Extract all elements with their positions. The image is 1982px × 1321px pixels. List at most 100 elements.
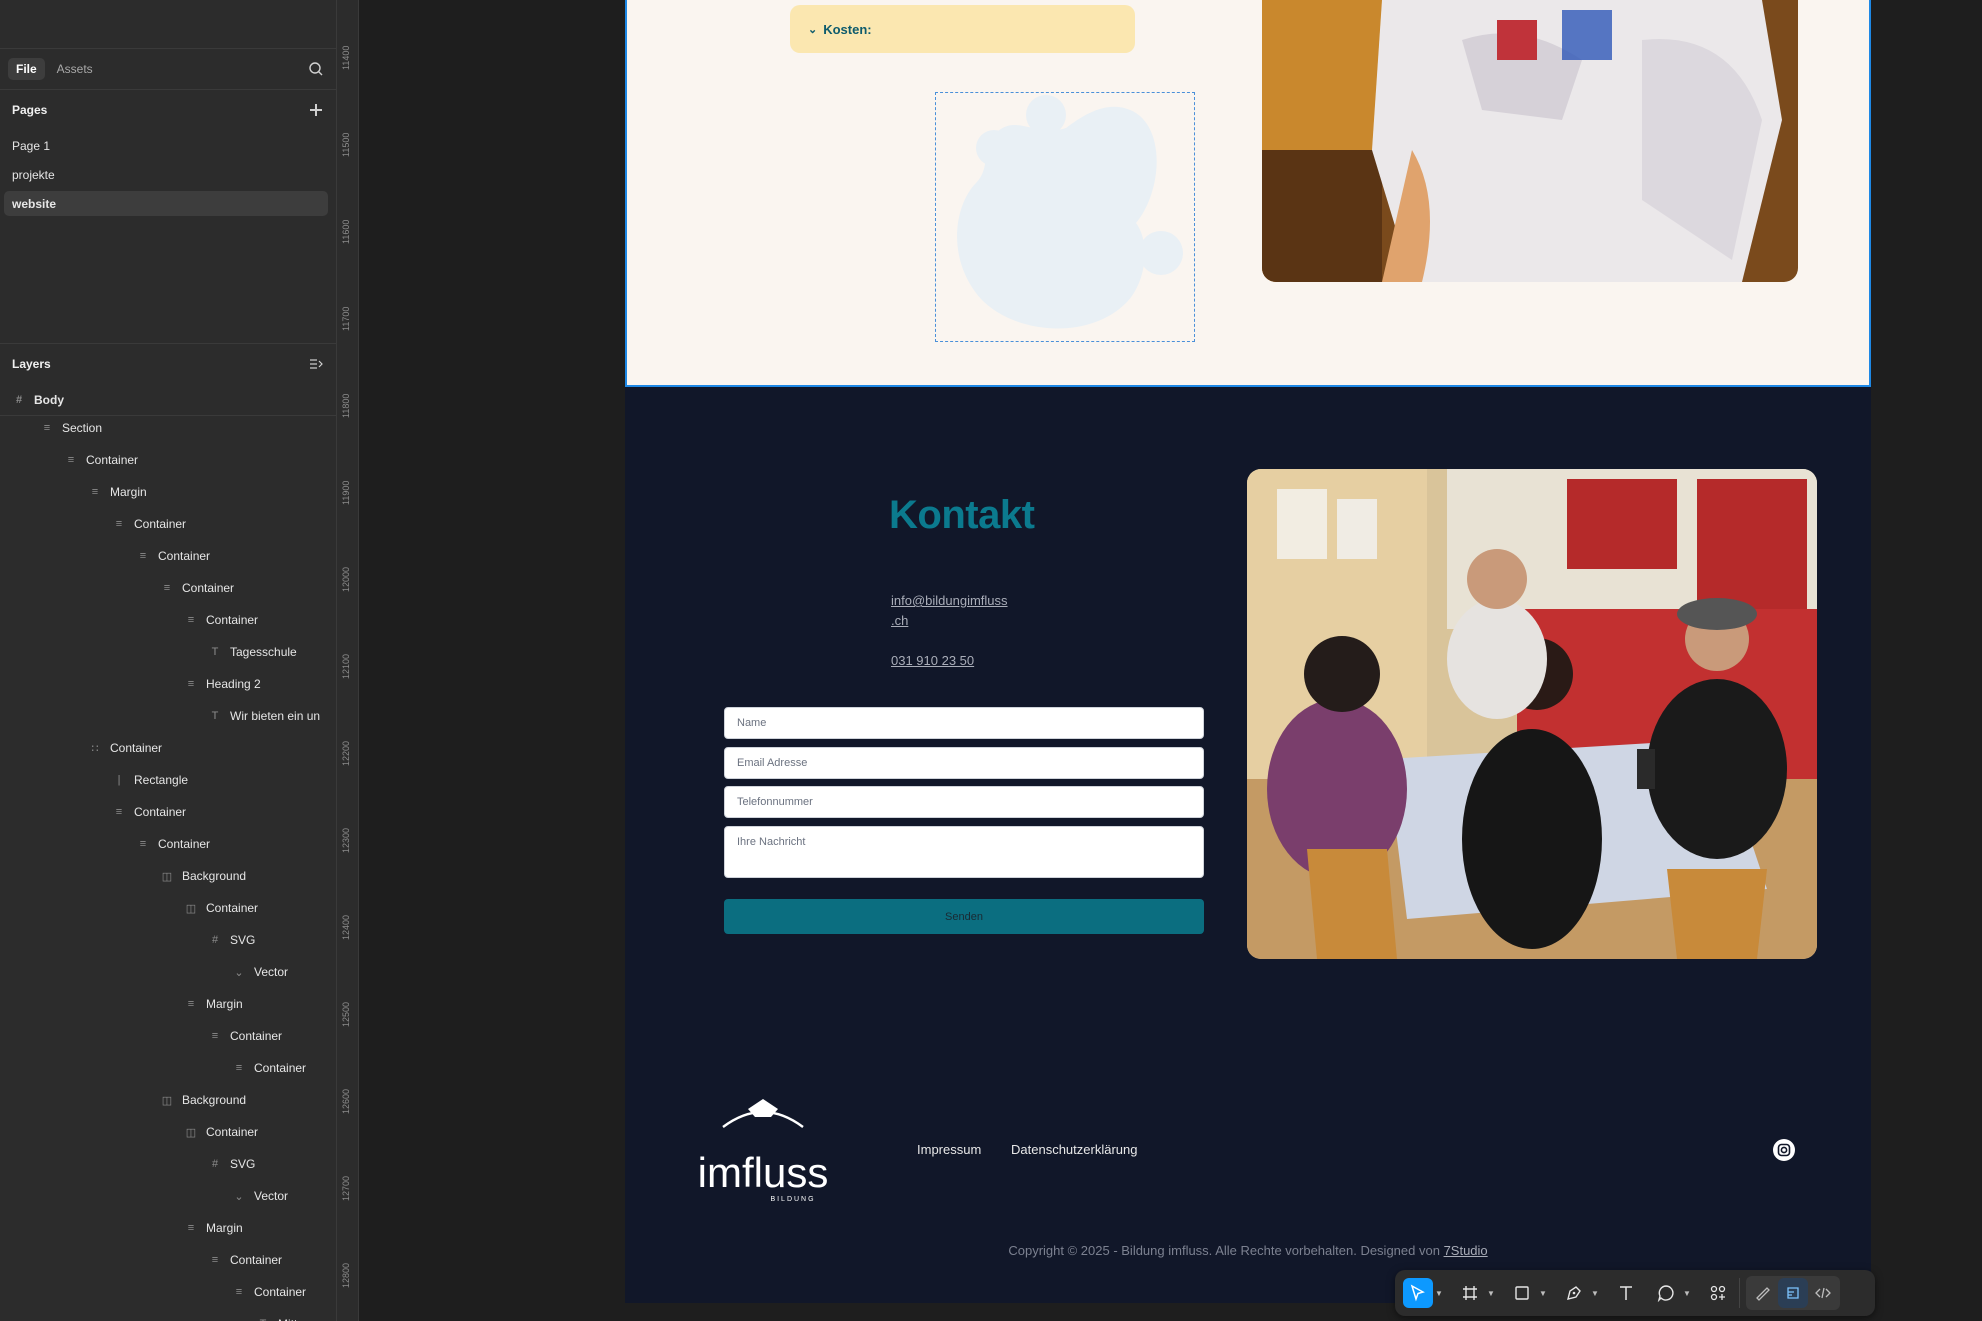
layer-row[interactable]: ◫ Container xyxy=(0,892,336,924)
imfluss-logo[interactable]: imfluss BILDUNG xyxy=(693,1097,833,1207)
layer-row[interactable]: ⌄ Vector xyxy=(0,1180,336,1212)
ruler-tick-label: 11400 xyxy=(341,45,351,70)
layer-row[interactable]: ◫ Background xyxy=(0,860,336,892)
frame-icon: # xyxy=(15,393,23,406)
stack-icon: ≡ xyxy=(43,422,51,434)
layer-label: Container xyxy=(206,1125,259,1139)
message-field[interactable]: Ihre Nachricht xyxy=(724,826,1204,878)
layers-title: Layers xyxy=(12,357,51,371)
layer-row[interactable]: ≡ Container xyxy=(0,508,336,540)
stack-icon: ≡ xyxy=(91,486,99,498)
stack-icon: ≡ xyxy=(211,1030,219,1042)
instagram-icon[interactable] xyxy=(1773,1139,1795,1161)
designer-link[interactable]: 7Studio xyxy=(1444,1243,1488,1258)
phone-link[interactable]: 031 910 23 50 xyxy=(891,651,974,671)
grid-icon: ∷ xyxy=(91,742,99,755)
chevron-down-icon[interactable]: ▼ xyxy=(1485,1289,1497,1298)
svg-text:imfluss: imfluss xyxy=(698,1149,829,1196)
ruler-tick-label: 12000 xyxy=(341,566,351,592)
decorative-blob[interactable] xyxy=(935,92,1195,342)
stack-icon: ≡ xyxy=(235,1062,243,1074)
pen-tool-button[interactable] xyxy=(1559,1278,1589,1308)
layer-row[interactable]: # SVG xyxy=(0,924,336,956)
layer-row[interactable]: ≡ Container xyxy=(0,1052,336,1084)
vector-icon: ⌄ xyxy=(234,966,244,979)
layer-row[interactable]: ≡ Container xyxy=(0,572,336,604)
layer-row[interactable]: ≡ Container xyxy=(0,1244,336,1276)
stack-icon: ≡ xyxy=(67,454,75,466)
layer-row[interactable]: ≡ Container xyxy=(0,444,336,476)
email-field[interactable]: Email Adresse xyxy=(724,747,1204,779)
layer-row[interactable]: ≡ Heading 2 xyxy=(0,668,336,700)
stack-icon: ≡ xyxy=(187,1222,195,1234)
chevron-down-icon[interactable]: ▼ xyxy=(1681,1289,1693,1298)
page-item-page-1[interactable]: Page 1 xyxy=(4,133,328,158)
shape-tool-button[interactable] xyxy=(1507,1278,1537,1308)
layer-row[interactable]: ≡ Container xyxy=(0,604,336,636)
design-mode-button[interactable] xyxy=(1778,1278,1808,1308)
ruler-tick-label: 12600 xyxy=(341,1088,351,1114)
layer-row[interactable]: | Rectangle xyxy=(0,764,336,796)
search-icon[interactable] xyxy=(308,61,324,77)
layer-row[interactable]: ≡ Section xyxy=(0,412,336,444)
page-item-projekte[interactable]: projekte xyxy=(4,162,328,187)
kosten-accordion[interactable]: ⌄ Kosten: xyxy=(790,5,1135,53)
layer-row[interactable]: ≡ Margin xyxy=(0,476,336,508)
phone-field[interactable]: Telefonnummer xyxy=(724,786,1204,818)
frame-tool-button[interactable] xyxy=(1455,1278,1485,1308)
ruler-tick-label: 11800 xyxy=(341,393,351,418)
layer-row[interactable]: ≡ Margin xyxy=(0,1212,336,1244)
text-icon: T xyxy=(211,646,219,658)
layer-row[interactable]: ≡ Container xyxy=(0,1276,336,1308)
layer-list-icon[interactable] xyxy=(308,356,324,372)
footer-link-impressum[interactable]: Impressum xyxy=(917,1142,981,1157)
layer-row[interactable]: ∷ Container xyxy=(0,732,336,764)
columns-icon: ◫ xyxy=(185,1126,197,1139)
comment-tool-button[interactable] xyxy=(1651,1278,1681,1308)
stack-icon: ≡ xyxy=(187,678,195,690)
layer-row[interactable]: ≡ Margin xyxy=(0,988,336,1020)
text-tool-button[interactable] xyxy=(1611,1278,1641,1308)
name-field[interactable]: Name xyxy=(724,707,1204,739)
chevron-down-icon[interactable]: ▼ xyxy=(1433,1289,1445,1298)
canvas[interactable]: ⌄ Kosten: Kontakt info@bildungimfluss .c… xyxy=(359,0,1982,1321)
pages-section: Pages Page 1 projekte website xyxy=(0,90,336,344)
columns-icon: ◫ xyxy=(161,1094,173,1107)
layer-row[interactable]: ≡ Container xyxy=(0,540,336,572)
actions-button[interactable] xyxy=(1703,1278,1733,1308)
dev-mode-button[interactable] xyxy=(1808,1278,1838,1308)
layer-label: Container xyxy=(230,1253,283,1267)
frame-icon: # xyxy=(211,1158,219,1170)
email-link[interactable]: info@bildungimfluss .ch xyxy=(891,591,1008,631)
layer-row[interactable]: T Mittag xyxy=(0,1308,336,1321)
draw-mode-button[interactable] xyxy=(1748,1278,1778,1308)
tab-file[interactable]: File xyxy=(8,58,45,80)
footer-link-datenschutz[interactable]: Datenschutzerklärung xyxy=(1011,1142,1137,1157)
layer-row[interactable]: ◫ Container xyxy=(0,1116,336,1148)
layer-label: SVG xyxy=(230,933,256,947)
website-section-kontakt[interactable]: Kontakt info@bildungimfluss .ch 031 910 … xyxy=(625,387,1871,1303)
frame-icon: # xyxy=(211,934,219,946)
chevron-down-icon[interactable]: ▼ xyxy=(1589,1289,1601,1298)
layer-row[interactable]: # SVG xyxy=(0,1148,336,1180)
send-button[interactable]: Senden xyxy=(724,899,1204,934)
layer-row[interactable]: ≡ Container xyxy=(0,828,336,860)
chevron-down-icon[interactable]: ▼ xyxy=(1537,1289,1549,1298)
kontakt-heading: Kontakt xyxy=(889,493,1035,537)
bottom-toolbar: ▼ ▼ ▼ ▼ ▼ xyxy=(1395,1270,1875,1316)
layer-row[interactable]: T Tagesschule xyxy=(0,636,336,668)
layer-label: Container xyxy=(86,453,139,467)
layer-row[interactable]: ◫ Background xyxy=(0,1084,336,1116)
rectangle-icon xyxy=(1515,1286,1529,1300)
add-page-icon[interactable] xyxy=(308,102,324,118)
tab-assets[interactable]: Assets xyxy=(49,58,101,80)
website-section-upper[interactable]: ⌄ Kosten: xyxy=(625,0,1871,387)
layer-row[interactable]: ⌄ Vector xyxy=(0,956,336,988)
text-icon: T xyxy=(211,710,219,722)
layer-label: Body xyxy=(34,392,64,407)
page-item-website[interactable]: website xyxy=(4,191,328,216)
layer-row[interactable]: T Wir bieten ein un xyxy=(0,700,336,732)
layer-row[interactable]: ≡ Container xyxy=(0,796,336,828)
layer-row[interactable]: ≡ Container xyxy=(0,1020,336,1052)
move-tool-button[interactable] xyxy=(1403,1278,1433,1308)
